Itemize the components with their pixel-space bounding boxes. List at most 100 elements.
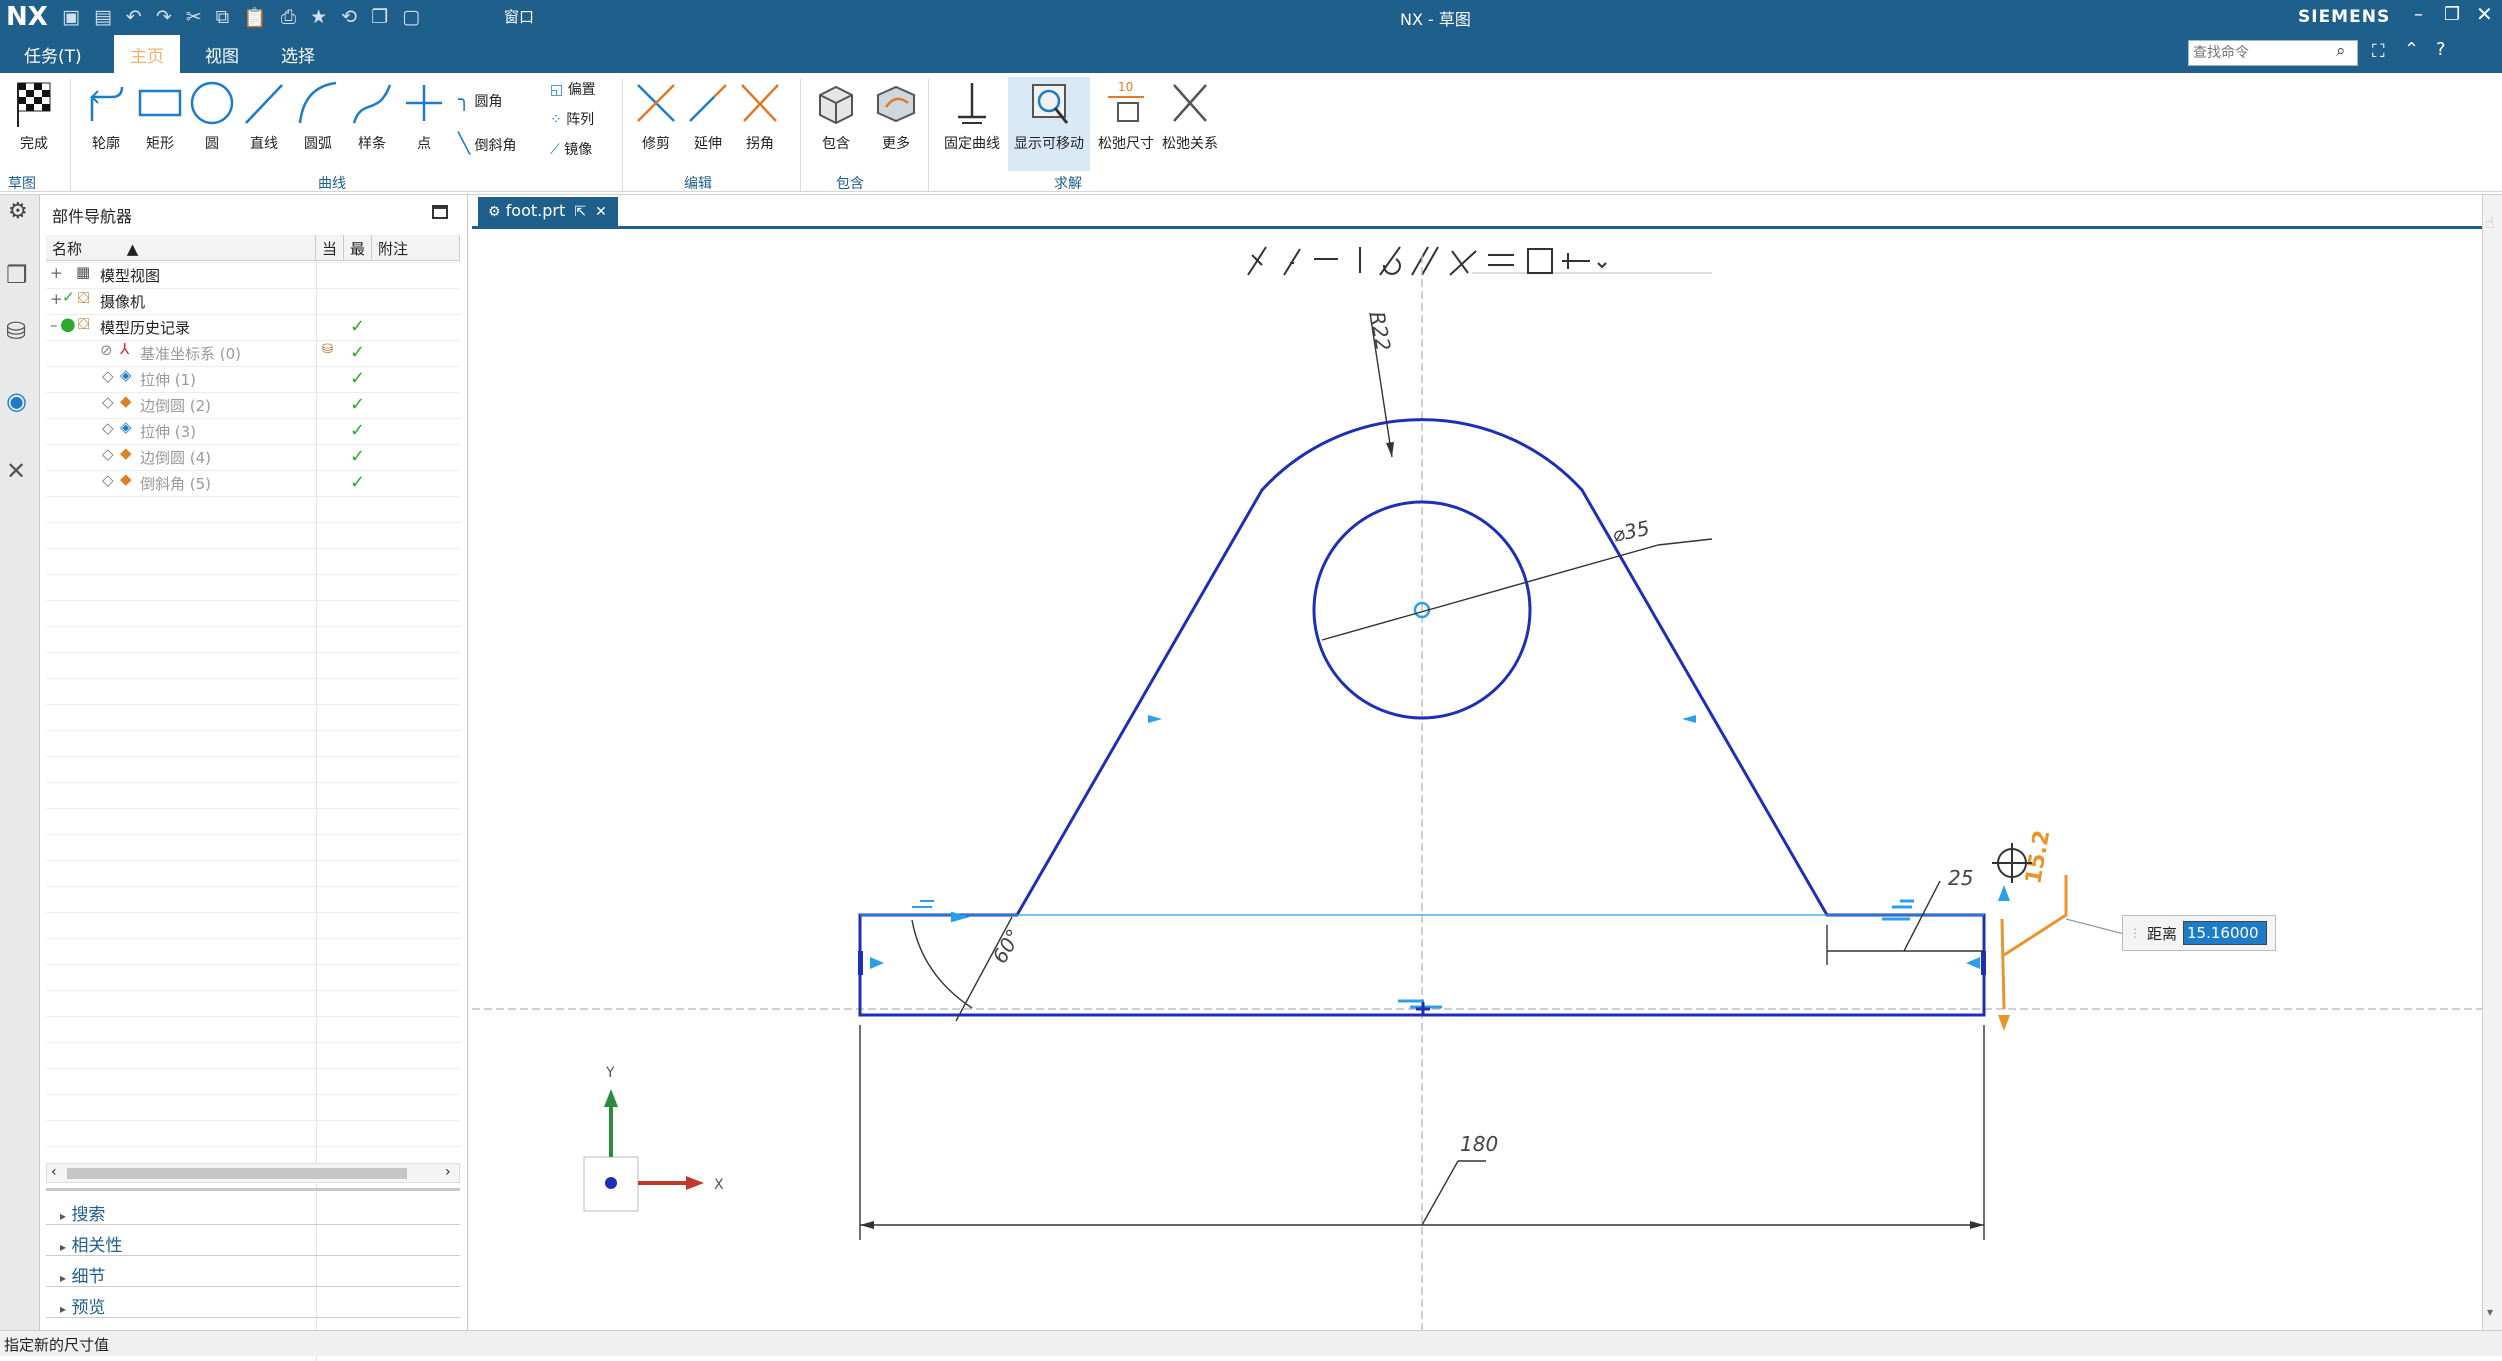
close-tab-icon[interactable]: ✕: [595, 204, 607, 220]
column-current[interactable]: 当: [316, 235, 344, 261]
group-edit[interactable]: 编辑: [684, 173, 712, 193]
active-dimension[interactable]: 15.2: [1992, 828, 2129, 1031]
group-curve[interactable]: 曲线: [318, 173, 346, 193]
menu-select[interactable]: 选择: [281, 42, 315, 67]
menu-home[interactable]: 主页: [114, 35, 180, 75]
relax-dimension-button[interactable]: 10 松弛尺寸: [1094, 77, 1158, 153]
fillet-button[interactable]: ╮ 圆角: [458, 87, 503, 111]
column-latest[interactable]: 最: [344, 235, 372, 261]
search-icon[interactable]: ⌕: [2336, 41, 2346, 61]
pop-out-icon[interactable]: ⇱: [574, 204, 586, 220]
group-sketch[interactable]: 草图: [8, 173, 36, 193]
tree-node-feature[interactable]: ◇ ◈ 拉伸 (1) ✓: [46, 366, 460, 392]
toolbar-dropdown-icon[interactable]: [1597, 262, 1607, 269]
trim-button[interactable]: 修剪: [632, 77, 680, 153]
line-button[interactable]: 直线: [240, 77, 288, 153]
point-button[interactable]: 点: [400, 77, 448, 153]
cut-icon[interactable]: ✂: [186, 6, 202, 29]
tab-foot-prt[interactable]: ⚙ foot.prt ⇱ ✕: [478, 197, 618, 227]
fullscreen-icon[interactable]: ⛶: [2372, 41, 2385, 62]
active-dim-text[interactable]: 15.2: [2021, 828, 2055, 886]
scrollbar-thumb[interactable]: [67, 1168, 407, 1179]
more-button[interactable]: 更多: [870, 77, 922, 153]
relax-relation-button[interactable]: 松弛关系: [1158, 77, 1222, 153]
include-button[interactable]: 包含: [810, 77, 862, 153]
paste-icon[interactable]: 📋: [243, 6, 267, 29]
up-arrow-icon[interactable]: [1998, 885, 2010, 901]
collapse-ribbon-icon[interactable]: ⌃: [2404, 39, 2419, 60]
hand-icon[interactable]: ☝: [2485, 213, 2495, 232]
minimize-icon[interactable]: –: [2414, 4, 2423, 25]
midpoint-icon[interactable]: [1527, 248, 1553, 274]
favorite-icon[interactable]: ★: [310, 6, 327, 29]
window-menu-label[interactable]: 窗口: [504, 6, 534, 27]
close-icon[interactable]: ✕: [2476, 2, 2493, 26]
tree-node-history[interactable]: – ● ⛋ 模型历史记录 ✓: [46, 314, 460, 340]
help-icon[interactable]: ?: [2436, 39, 2446, 60]
pattern-button[interactable]: ⁘ 阵列: [550, 109, 594, 129]
parallel-icon[interactable]: [1411, 246, 1439, 276]
scroll-right-icon[interactable]: ›: [445, 1164, 451, 1180]
tree-node-feature[interactable]: ◇ ◈ 拉伸 (3) ✓: [46, 418, 460, 444]
extend-button[interactable]: 延伸: [684, 77, 732, 153]
maximize-panel-icon[interactable]: [432, 205, 448, 219]
group-solve[interactable]: 求解: [1054, 173, 1082, 193]
collapse-icon[interactable]: –: [50, 316, 58, 334]
column-notes[interactable]: 附注: [372, 235, 460, 261]
redo-icon[interactable]: ↷: [156, 6, 172, 29]
section-dependencies[interactable]: ▸ 相关性: [60, 1231, 122, 1256]
fix-curve-button[interactable]: 固定曲线: [938, 77, 1006, 153]
down-arrow-icon[interactable]: [1998, 1015, 2010, 1031]
corner-button[interactable]: 拐角: [736, 77, 784, 153]
show-movable-button[interactable]: 显示可移动: [1008, 77, 1090, 171]
tangent-icon[interactable]: [1379, 246, 1401, 276]
chamfer-button[interactable]: ╲ 倒斜角: [458, 131, 517, 155]
window-menu-icon[interactable]: ▢: [402, 6, 420, 29]
expand-icon[interactable]: +: [50, 290, 63, 308]
sketch-canvas[interactable]: R22 ⌀35 60° 25 180 15.2 Y X: [472, 195, 2482, 1330]
tree-node-feature[interactable]: ◇ ◆ 边倒圆 (2) ✓: [46, 392, 460, 418]
tree-node-feature[interactable]: ⊘ ⅄ 基准坐标系 (0) ⛁ ✓: [46, 340, 460, 366]
settings-icon[interactable]: ⚙: [8, 199, 28, 224]
dimension-snap-icon[interactable]: [1562, 253, 1590, 269]
menu-task[interactable]: 任务(T): [24, 42, 82, 67]
menu-view[interactable]: 视图: [205, 42, 239, 67]
drag-handle-icon[interactable]: ⋮: [2129, 926, 2141, 940]
part-navigator-icon[interactable]: ❒: [6, 261, 28, 289]
column-name[interactable]: 名称 ▲: [46, 235, 316, 261]
window-switch-icon[interactable]: ❐: [371, 6, 388, 29]
width-dim-text[interactable]: 180: [1460, 1132, 1498, 1156]
equal-icon[interactable]: [1488, 254, 1514, 266]
profile-button[interactable]: 轮廓: [82, 77, 130, 153]
distance-field[interactable]: 15.16000: [2183, 921, 2268, 945]
graphics-window[interactable]: R22 ⌀35 60° 25 180 15.2 Y X ⋮ 距离 15.1600…: [472, 195, 2482, 1330]
save-icon[interactable]: ▣: [62, 6, 80, 29]
finish-sketch-button[interactable]: 完成: [6, 77, 62, 153]
offset-button[interactable]: ◱ 偏置: [550, 79, 596, 99]
offset-dim-text[interactable]: 25: [1948, 866, 1973, 890]
horizontal-scrollbar[interactable]: ‹ ›: [46, 1163, 460, 1183]
rectangle-button[interactable]: 矩形: [136, 77, 184, 153]
coincident-icon[interactable]: [1247, 246, 1267, 276]
undo-icon[interactable]: ↶: [126, 6, 142, 29]
arc-button[interactable]: 圆弧: [294, 77, 342, 153]
expand-icon[interactable]: +: [50, 264, 63, 282]
section-details[interactable]: ▸ 细节: [60, 1262, 105, 1287]
perpendicular-icon[interactable]: [1449, 250, 1477, 276]
scroll-down-icon[interactable]: ▾: [2487, 1305, 2493, 1319]
tools-icon[interactable]: ✕: [6, 457, 26, 485]
scroll-left-icon[interactable]: ‹: [51, 1164, 57, 1180]
print-icon[interactable]: ⎙: [281, 6, 296, 29]
tree-node-feature[interactable]: ◇ ◆ 边倒圆 (4) ✓: [46, 444, 460, 470]
mirror-button[interactable]: ⟋ 镜像: [550, 139, 592, 159]
assembly-navigator-icon[interactable]: ⛁: [6, 317, 26, 345]
restore-icon[interactable]: ❐: [2444, 4, 2460, 25]
radius-dim-text[interactable]: R22: [1365, 310, 1395, 353]
angle-dim-text[interactable]: 60°: [988, 925, 1027, 968]
spline-button[interactable]: 样条: [348, 77, 396, 153]
circle-button[interactable]: 圆: [188, 77, 236, 153]
point-on-curve-icon[interactable]: [1283, 248, 1301, 276]
section-preview[interactable]: ▸ 预览: [60, 1293, 105, 1318]
command-search-input[interactable]: [2188, 40, 2358, 66]
save-all-icon[interactable]: ▤: [94, 6, 112, 29]
